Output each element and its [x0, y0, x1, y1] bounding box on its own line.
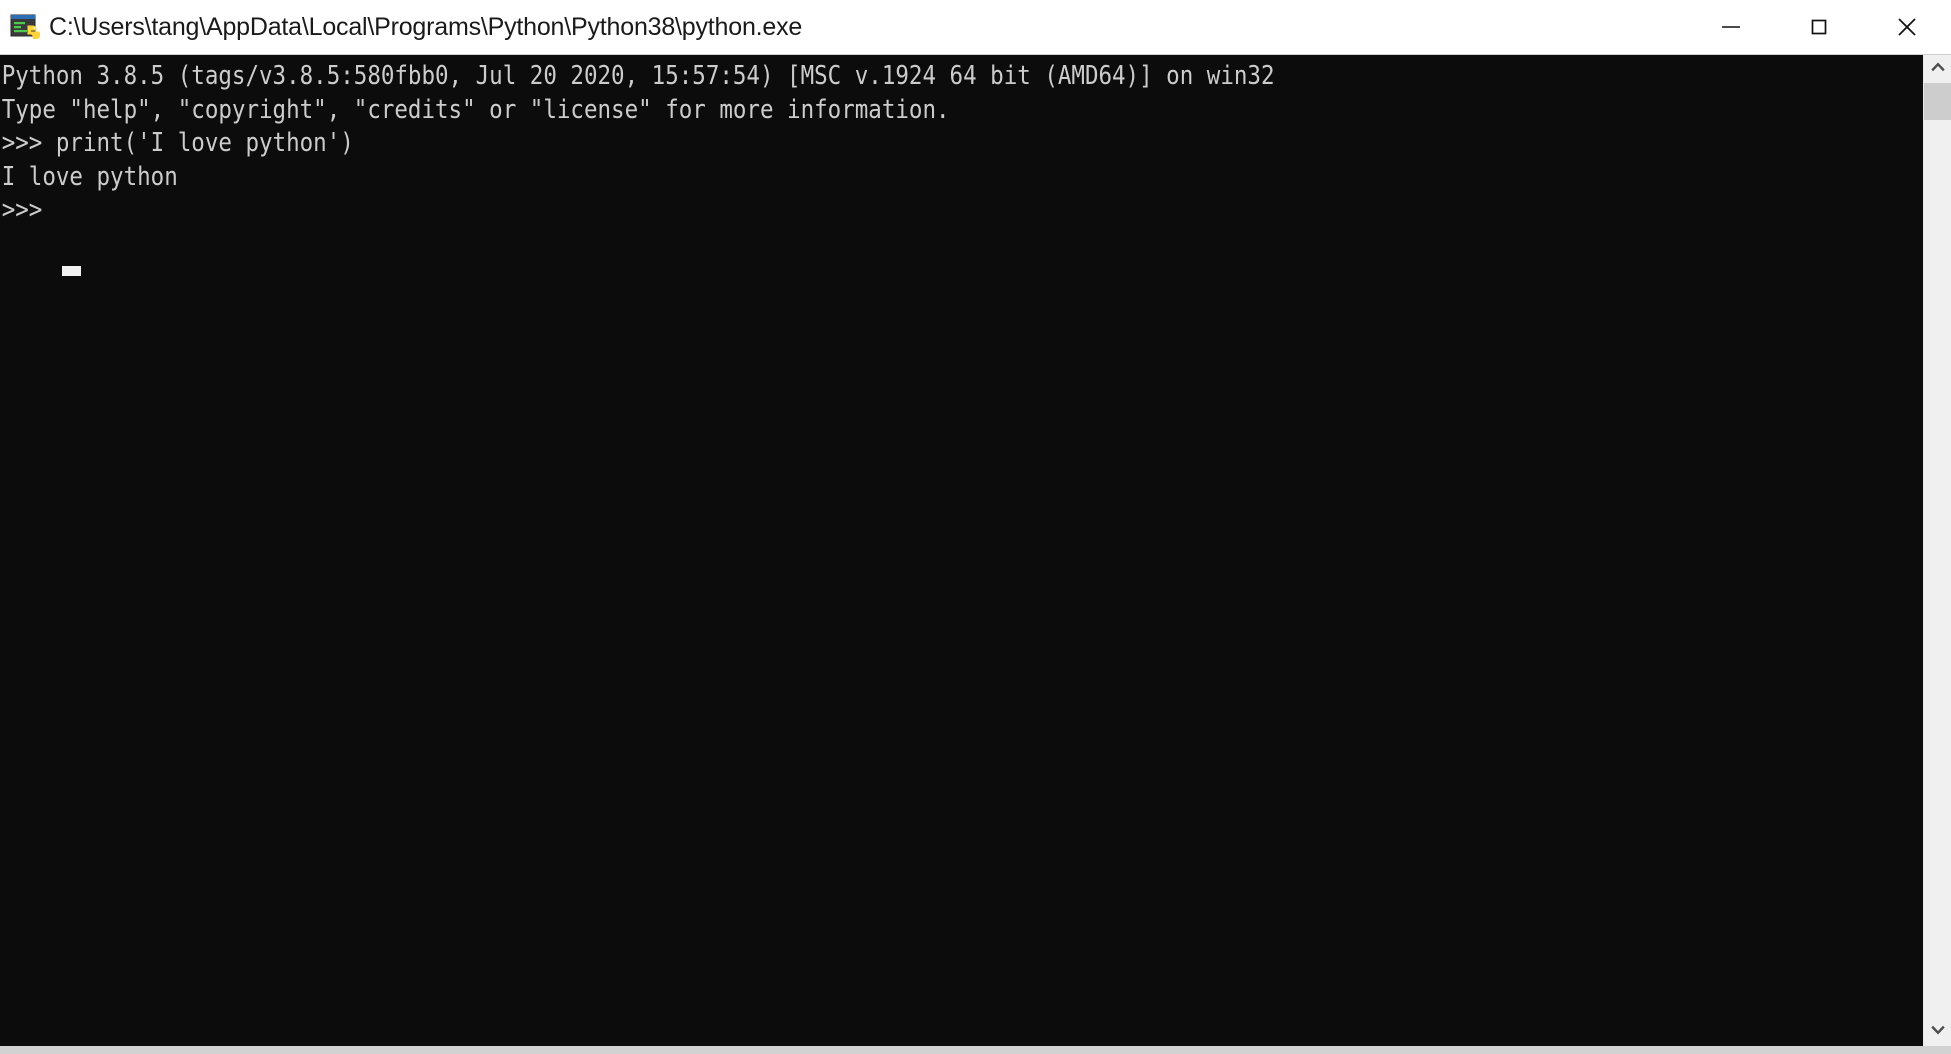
minimize-icon	[1718, 14, 1744, 40]
scroll-down-button[interactable]	[1924, 1018, 1951, 1046]
python-console-icon	[10, 12, 40, 42]
scroll-up-button[interactable]	[1924, 55, 1951, 83]
chevron-up-icon	[1930, 59, 1946, 80]
close-icon	[1893, 13, 1921, 41]
title-bar[interactable]: C:\Users\tang\AppData\Local\Programs\Pyt…	[0, 0, 1951, 55]
window-title: C:\Users\tang\AppData\Local\Programs\Pyt…	[49, 13, 803, 41]
chevron-down-icon	[1930, 1022, 1946, 1043]
scrollbar-thumb[interactable]	[1924, 83, 1951, 120]
taskbar-inner: 搜索网页和文件 中文	[0, 1046, 1951, 1054]
scrollbar-track[interactable]	[1924, 83, 1951, 1018]
minimize-button[interactable]	[1687, 0, 1775, 55]
maximize-icon	[1806, 14, 1832, 40]
vertical-scrollbar[interactable]	[1923, 55, 1951, 1046]
maximize-button[interactable]	[1775, 0, 1863, 55]
taskbar[interactable]: 搜索网页和文件 中文	[0, 1046, 1951, 1054]
python-console-window: C:\Users\tang\AppData\Local\Programs\Pyt…	[0, 0, 1951, 1046]
console-text: Python 3.8.5 (tags/v3.8.5:580fbb0, Jul 2…	[1, 61, 1275, 225]
console-output-area[interactable]: Python 3.8.5 (tags/v3.8.5:580fbb0, Jul 2…	[0, 55, 1923, 1046]
close-button[interactable]	[1863, 0, 1951, 55]
window-controls	[1687, 0, 1951, 55]
text-cursor	[62, 266, 81, 276]
